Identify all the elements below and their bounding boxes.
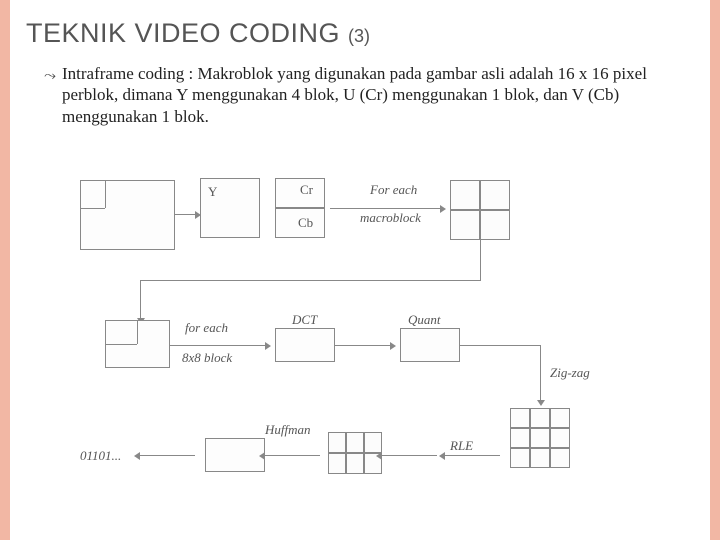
dct-label: DCT <box>292 312 317 328</box>
macroblock-grid <box>450 180 510 240</box>
slide-title: TEKNIK VIDEO CODING <box>26 18 340 49</box>
arrow-dct-quant <box>335 345 390 346</box>
route-grid-left <box>140 280 481 281</box>
slide-title-sub: (3) <box>348 26 370 47</box>
rle-label: RLE <box>450 438 473 454</box>
arrow-8x8-dct <box>170 345 265 346</box>
zigzag-label: Zig-zag <box>550 365 590 381</box>
bullet-icon: ⤳ <box>44 67 56 85</box>
arrow-rle <box>382 455 437 456</box>
cb-label: Cb <box>298 215 313 231</box>
dct-box <box>275 328 335 362</box>
huffman-box <box>205 438 265 472</box>
cr-label: Cr <box>300 182 313 198</box>
frame-box <box>80 180 175 250</box>
arrow-crcb-grid <box>330 208 440 209</box>
coeff-grid-right <box>510 408 570 468</box>
accent-left <box>0 0 10 540</box>
y-label: Y <box>208 184 217 200</box>
block8x8-v <box>137 320 138 344</box>
huffman-label: Huffman <box>265 422 311 438</box>
quant-label: Quant <box>408 312 441 328</box>
body: ⤳ Intraframe coding : Makroblok yang dig… <box>44 63 680 127</box>
slide: TEKNIK VIDEO CODING (3) ⤳ Intraframe cod… <box>0 0 720 540</box>
arrow-grid-rle <box>445 455 500 456</box>
block8x8-h <box>105 344 137 345</box>
for-each-mid: for each <box>185 320 228 336</box>
arrow-frame-y <box>175 214 195 215</box>
route-grid-into-mid <box>140 280 141 318</box>
frame-inner-h <box>80 208 105 209</box>
arrow-grid-huff <box>265 455 320 456</box>
for-each-top: For each <box>370 182 417 198</box>
accent-right <box>710 0 720 540</box>
bullet-text: Intraframe coding : Makroblok yang digun… <box>62 63 680 127</box>
route-quant-down <box>540 345 541 400</box>
route-quant-right <box>460 345 540 346</box>
block-8x8-label: 8x8 block <box>182 350 232 366</box>
arrow-huff-bits <box>140 455 195 456</box>
bits-label: 01101... <box>80 448 121 464</box>
route-grid-down <box>480 240 481 280</box>
quant-box <box>400 328 460 362</box>
bullet-item: ⤳ Intraframe coding : Makroblok yang dig… <box>44 63 680 127</box>
diagram: Y Cr Cb For each macroblock for each 8x8… <box>70 170 690 510</box>
frame-inner-v <box>105 180 106 208</box>
coeff-grid-left <box>328 432 382 474</box>
title-row: TEKNIK VIDEO CODING (3) <box>26 18 692 49</box>
macroblock-label: macroblock <box>360 210 421 226</box>
